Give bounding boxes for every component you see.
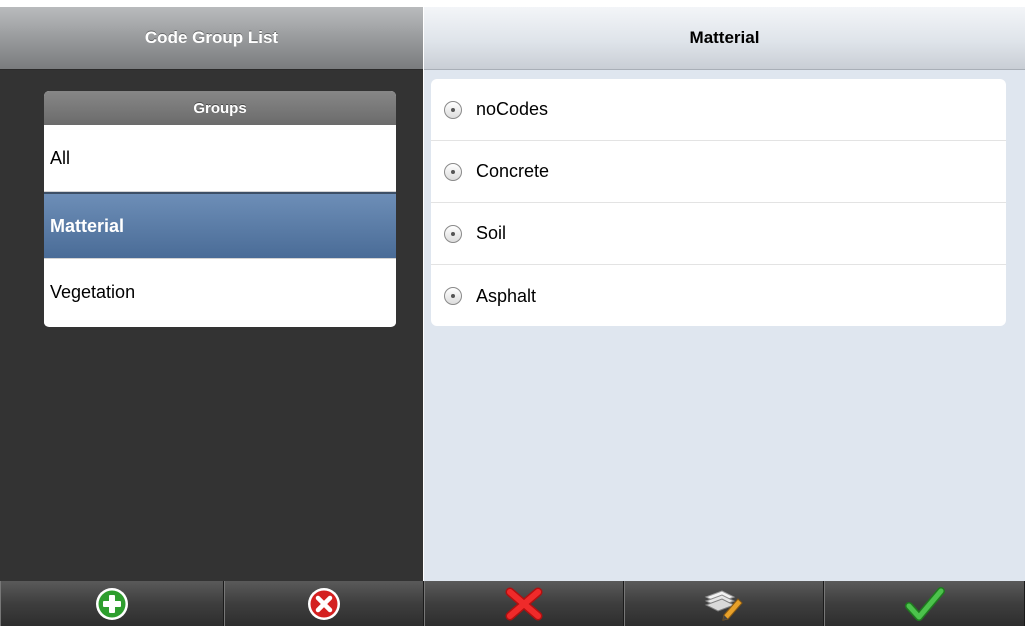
radio-icon bbox=[444, 100, 462, 119]
code-label: Concrete bbox=[476, 161, 550, 181]
group-item-matterial[interactable]: Matterial bbox=[44, 192, 396, 259]
red-x-icon bbox=[505, 587, 543, 620]
codes-list: noCodes Concrete Soil Asphalt bbox=[431, 79, 1006, 326]
groups-list: Groups All Matterial Vegetation bbox=[44, 91, 396, 327]
group-codes-pane: Matterial noCodes Concrete Soil Asphalt bbox=[424, 7, 1025, 626]
delete-group-button[interactable] bbox=[224, 581, 424, 626]
bottom-toolbar bbox=[0, 581, 1025, 626]
code-group-app: Code Group List Groups All Matterial Veg… bbox=[0, 7, 1025, 626]
add-group-button[interactable] bbox=[0, 581, 224, 626]
x-circle-icon bbox=[308, 587, 340, 620]
radio-icon bbox=[444, 287, 462, 305]
code-label: Asphalt bbox=[476, 285, 537, 306]
group-item-all[interactable]: All bbox=[44, 125, 396, 192]
code-label: noCodes bbox=[476, 99, 549, 119]
group-item-vegetation[interactable]: Vegetation bbox=[44, 259, 396, 326]
edit-button[interactable] bbox=[624, 581, 824, 626]
plus-circle-icon bbox=[96, 587, 128, 620]
cancel-button[interactable] bbox=[424, 581, 624, 626]
code-item-nocodes[interactable]: noCodes bbox=[431, 79, 1006, 141]
group-codes-header: Matterial bbox=[424, 7, 1025, 70]
green-check-icon bbox=[904, 586, 945, 621]
groups-title: Groups bbox=[44, 91, 396, 125]
code-group-list-header: Code Group List bbox=[0, 7, 423, 70]
code-group-list-pane: Code Group List Groups All Matterial Veg… bbox=[0, 7, 423, 626]
confirm-button[interactable] bbox=[824, 581, 1025, 626]
radio-icon bbox=[444, 224, 462, 243]
code-item-soil[interactable]: Soil bbox=[431, 203, 1006, 265]
code-item-concrete[interactable]: Concrete bbox=[431, 141, 1006, 203]
pages-pencil-icon bbox=[704, 589, 743, 621]
code-item-asphalt[interactable]: Asphalt bbox=[431, 265, 1006, 326]
radio-icon bbox=[444, 162, 462, 181]
code-label: Soil bbox=[476, 223, 507, 243]
